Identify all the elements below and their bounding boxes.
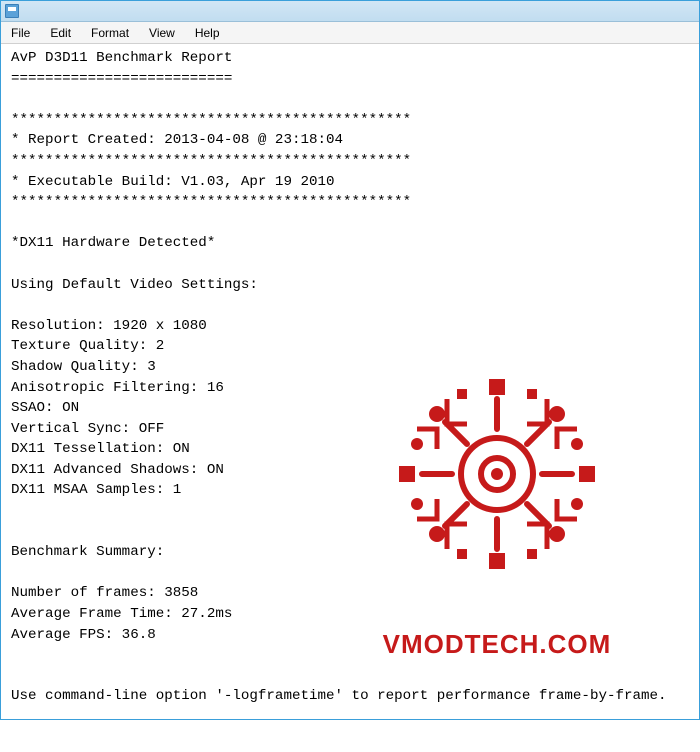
summary-avg-fps: Average FPS: 36.8	[11, 627, 156, 643]
executable-build: * Executable Build: V1.03, Apr 19 2010	[11, 174, 335, 190]
text-area[interactable]: AvP D3D11 Benchmark Report =============…	[1, 44, 699, 752]
hw-detected: *DX11 Hardware Detected*	[11, 235, 215, 251]
menu-file[interactable]: File	[1, 22, 40, 43]
separator: ****************************************…	[11, 153, 411, 169]
report-created: * Report Created: 2013-04-08 @ 23:18:04	[11, 132, 343, 148]
setting-tessellation: DX11 Tessellation: ON	[11, 441, 190, 457]
menu-edit[interactable]: Edit	[40, 22, 81, 43]
summary-frames: Number of frames: 3858	[11, 585, 198, 601]
menubar: File Edit Format View Help	[1, 22, 699, 44]
summary-avg-frame-time: Average Frame Time: 27.2ms	[11, 606, 232, 622]
app-icon	[5, 4, 19, 18]
window-titlebar	[1, 1, 699, 22]
separator: ****************************************…	[11, 194, 411, 210]
summary-header: Benchmark Summary:	[11, 544, 164, 560]
watermark-text: VMODTECH.COM	[357, 626, 637, 664]
watermark: VMODTECH.COM	[357, 328, 637, 705]
menu-view[interactable]: View	[139, 22, 185, 43]
menu-format[interactable]: Format	[81, 22, 139, 43]
setting-resolution: Resolution: 1920 x 1080	[11, 318, 207, 334]
settings-header: Using Default Video Settings:	[11, 277, 258, 293]
separator: ****************************************…	[11, 112, 411, 128]
setting-anisotropic: Anisotropic Filtering: 16	[11, 380, 224, 396]
setting-vsync: Vertical Sync: OFF	[11, 421, 164, 437]
setting-texture-quality: Texture Quality: 2	[11, 338, 164, 354]
menu-help[interactable]: Help	[185, 22, 230, 43]
watermark-logo-icon	[387, 369, 607, 579]
report-title-underline: ==========================	[11, 71, 232, 87]
setting-ssao: SSAO: ON	[11, 400, 79, 416]
setting-shadow-quality: Shadow Quality: 3	[11, 359, 156, 375]
setting-msaa: DX11 MSAA Samples: 1	[11, 482, 181, 498]
report-title: AvP D3D11 Benchmark Report	[11, 50, 232, 66]
setting-adv-shadows: DX11 Advanced Shadows: ON	[11, 462, 224, 478]
footer-hint: Use command-line option '-logframetime' …	[11, 688, 667, 704]
